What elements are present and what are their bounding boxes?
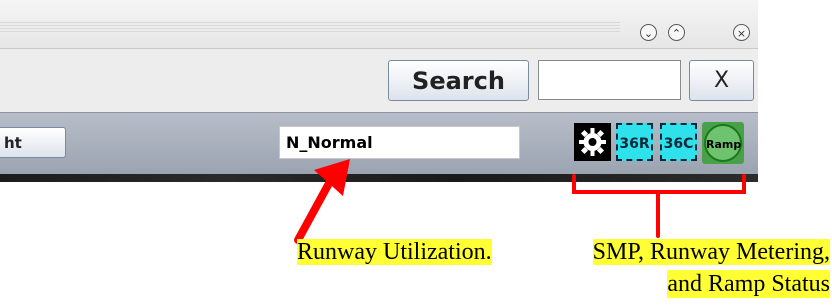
runway-utilization-caption: Runway Utilization. — [297, 239, 492, 265]
status-bracket — [572, 174, 746, 238]
status-caption-line2: and Ramp Status — [667, 270, 830, 298]
runway-arrow — [294, 159, 350, 244]
status-caption: SMP, Runway Metering, and Ramp Status — [512, 238, 830, 298]
status-caption-line1: SMP, Runway Metering, — [592, 239, 830, 265]
